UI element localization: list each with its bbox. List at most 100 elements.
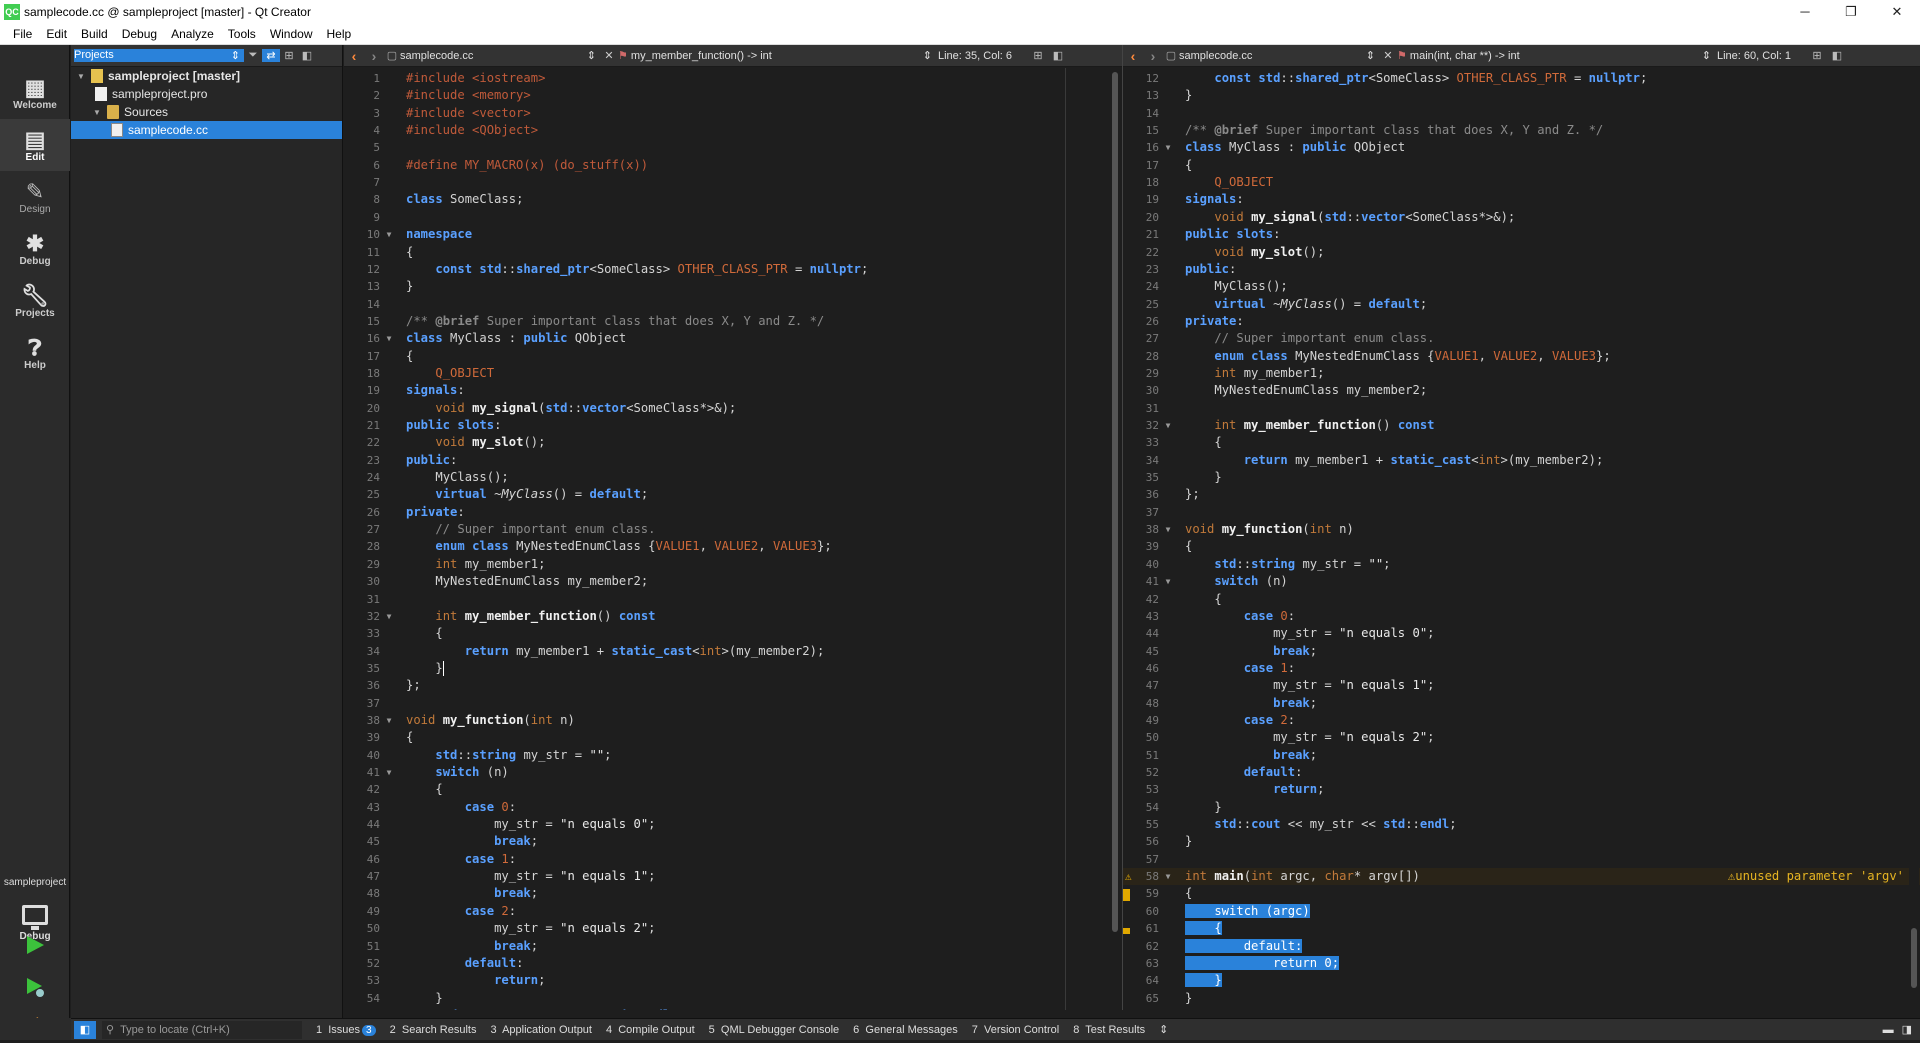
code-line[interactable]: 50 my_str = "n equals 2"; — [344, 920, 1122, 937]
code-line[interactable]: 44 my_str = "n equals 0"; — [344, 816, 1122, 833]
code-line[interactable]: 49 case 2: — [344, 903, 1122, 920]
split-icon[interactable]: ⊞ — [1807, 49, 1827, 62]
fold-marker-icon[interactable]: ▼ — [384, 226, 394, 243]
menu-analyze[interactable]: Analyze — [164, 27, 221, 41]
output-pane-toggle-icon[interactable]: ◨ — [1902, 1023, 1912, 1036]
code-line[interactable]: 13} — [344, 278, 1122, 295]
cursor-position[interactable]: Line: 35, Col: 6 — [938, 50, 1028, 62]
mode-projects[interactable]: 🔧︎ Projects — [0, 275, 70, 327]
code-line[interactable]: 48 break; — [1123, 695, 1920, 712]
progress-details-icon[interactable]: ▬ — [1883, 1024, 1894, 1036]
code-line[interactable]: 44 my_str = "n equals 0"; — [1123, 625, 1920, 642]
scrollbar-thumb[interactable] — [1911, 928, 1917, 988]
mode-debug[interactable]: ✱ Debug — [0, 223, 70, 275]
run-button[interactable] — [20, 930, 50, 960]
back-icon[interactable]: ‹ — [1123, 48, 1143, 64]
fold-marker-icon[interactable]: ▼ — [384, 330, 394, 347]
output-tab-version-control[interactable]: 7 Version Control — [972, 1024, 1059, 1036]
code-line[interactable]: 43 case 0: — [1123, 608, 1920, 625]
close-split-icon[interactable]: ◧ — [1048, 49, 1068, 62]
code-line[interactable]: 12 const std::shared_ptr<SomeClass> OTHE… — [1123, 70, 1920, 87]
split-icon[interactable]: ⊞ — [1028, 49, 1048, 62]
tree-item-samplecode[interactable]: samplecode.cc — [71, 121, 342, 139]
code-line[interactable]: 26 private: — [344, 504, 1122, 521]
close-button[interactable]: ✕ — [1874, 0, 1920, 23]
code-line[interactable]: 46 case 1: — [344, 851, 1122, 868]
code-line[interactable]: 32 ▼ int my_member_function() const — [1123, 417, 1920, 434]
code-line[interactable]: 55 std::cout << my_str << std::endl; — [344, 1007, 1122, 1010]
code-line[interactable]: 54 } — [344, 990, 1122, 1007]
forward-icon[interactable]: › — [1143, 48, 1163, 64]
symbol-selector[interactable]: ⚑ my_member_function() -> int ⇕ — [618, 49, 938, 62]
code-line[interactable]: 58 ▼ int main(int argc, char* argv[]) ⚠ ⚠unu… — [1123, 868, 1920, 886]
code-line[interactable]: 63 return 0; — [1123, 955, 1920, 972]
code-line[interactable]: 12 const std::shared_ptr<SomeClass> OTHE… — [344, 261, 1122, 278]
code-line[interactable]: 54 } — [1123, 799, 1920, 816]
code-line[interactable]: 34 return my_member1 + static_cast<int>(… — [344, 643, 1122, 660]
code-line[interactable]: 1 #include <iostream> — [344, 70, 1122, 87]
code-line[interactable]: 15 /** @brief Super important class that … — [344, 313, 1122, 330]
code-line[interactable]: 24 MyClass(); — [344, 469, 1122, 486]
code-line[interactable]: 14 — [344, 296, 1122, 313]
close-document-icon[interactable]: ✕ — [600, 49, 618, 62]
code-line[interactable]: 18 Q_OBJECT — [1123, 174, 1920, 191]
menu-help[interactable]: Help — [320, 27, 359, 41]
code-line[interactable]: 66 — [1123, 1007, 1920, 1010]
code-line[interactable]: 53 return; — [344, 972, 1122, 989]
code-line[interactable]: 45 break; — [344, 833, 1122, 850]
sync-icon[interactable]: ⇄ — [262, 49, 280, 62]
code-line[interactable]: 25 virtual ~MyClass() = default; — [1123, 296, 1920, 313]
code-line[interactable]: 38 ▼ void my_function(int n) — [344, 712, 1122, 729]
code-line[interactable]: 56} — [1123, 833, 1920, 850]
close-document-icon[interactable]: ✕ — [1379, 49, 1397, 62]
tree-item-project[interactable]: ▼ sampleproject [master] — [71, 67, 342, 85]
mode-help[interactable]: ❓︎ Help — [0, 327, 70, 379]
code-line[interactable]: 53 return; — [1123, 781, 1920, 798]
code-line[interactable]: 42 { — [1123, 591, 1920, 608]
fold-marker-icon[interactable]: ▼ — [384, 608, 394, 625]
code-line[interactable]: 19 signals: — [344, 382, 1122, 399]
code-line[interactable]: 31 — [1123, 400, 1920, 417]
code-line[interactable]: 61 { — [1123, 920, 1920, 937]
maximize-button[interactable]: ❐ — [1828, 0, 1874, 23]
code-line[interactable]: 52 default: — [344, 955, 1122, 972]
cursor-position[interactable]: Line: 60, Col: 1 — [1717, 50, 1807, 62]
toggle-sidebar-button[interactable]: ◧ — [74, 1020, 96, 1039]
code-line[interactable]: 49 case 2: — [1123, 712, 1920, 729]
scrollbar-thumb[interactable] — [1112, 72, 1118, 932]
output-tab-application-output[interactable]: 3 Application Output — [490, 1024, 592, 1036]
code-line[interactable]: 21 public slots: — [344, 417, 1122, 434]
symbol-selector[interactable]: ⚑ main(int, char **) -> int ⇕ — [1397, 49, 1717, 62]
code-line[interactable]: 36}; — [344, 677, 1122, 694]
code-line[interactable]: 39 { — [1123, 538, 1920, 555]
menu-edit[interactable]: Edit — [39, 27, 74, 41]
menu-tools[interactable]: Tools — [221, 27, 263, 41]
code-line[interactable]: 20 void my_signal(std::vector<SomeClass*… — [344, 400, 1122, 417]
code-line[interactable]: 43 case 0: — [344, 799, 1122, 816]
code-line[interactable]: 28 enum class MyNestedEnumClass {VALUE1,… — [344, 538, 1122, 555]
vertical-scrollbar[interactable] — [1909, 68, 1919, 1010]
code-line[interactable]: 37 — [344, 695, 1122, 712]
code-line[interactable]: 22 void my_slot(); — [344, 434, 1122, 451]
close-split-icon[interactable]: ◧ — [1827, 49, 1847, 62]
code-line[interactable]: 13} — [1123, 87, 1920, 104]
code-line[interactable]: 5 — [344, 139, 1122, 156]
code-line[interactable]: 19 signals: — [1123, 191, 1920, 208]
back-icon[interactable]: ‹ — [344, 48, 364, 64]
open-documents-selector[interactable]: samplecode.cc ⇕ — [1179, 49, 1379, 63]
projects-view-selector[interactable]: Projects ⇕ — [74, 49, 244, 62]
code-line[interactable]: 64 } — [1123, 972, 1920, 989]
code-line[interactable]: 18 Q_OBJECT — [344, 365, 1122, 382]
code-line[interactable]: 41 ▼ switch (n) — [1123, 573, 1920, 590]
mode-design[interactable]: ✎ Design — [0, 171, 70, 223]
code-line[interactable]: 41 ▼ switch (n) — [344, 764, 1122, 781]
forward-icon[interactable]: › — [364, 48, 384, 64]
output-tab-search-results[interactable]: 2 Search Results — [390, 1024, 477, 1036]
code-area[interactable]: 12 const std::shared_ptr<SomeClass> OTHE… — [1123, 68, 1920, 1010]
open-documents-selector[interactable]: samplecode.cc ⇕ — [400, 49, 600, 63]
tree-item-sources[interactable]: ▼ Sources — [71, 103, 342, 121]
code-line[interactable]: 17 { — [344, 348, 1122, 365]
code-line[interactable]: 65} — [1123, 990, 1920, 1007]
code-line[interactable]: 22 void my_slot(); — [1123, 244, 1920, 261]
output-tab-compile-output[interactable]: 4 Compile Output — [606, 1024, 695, 1036]
